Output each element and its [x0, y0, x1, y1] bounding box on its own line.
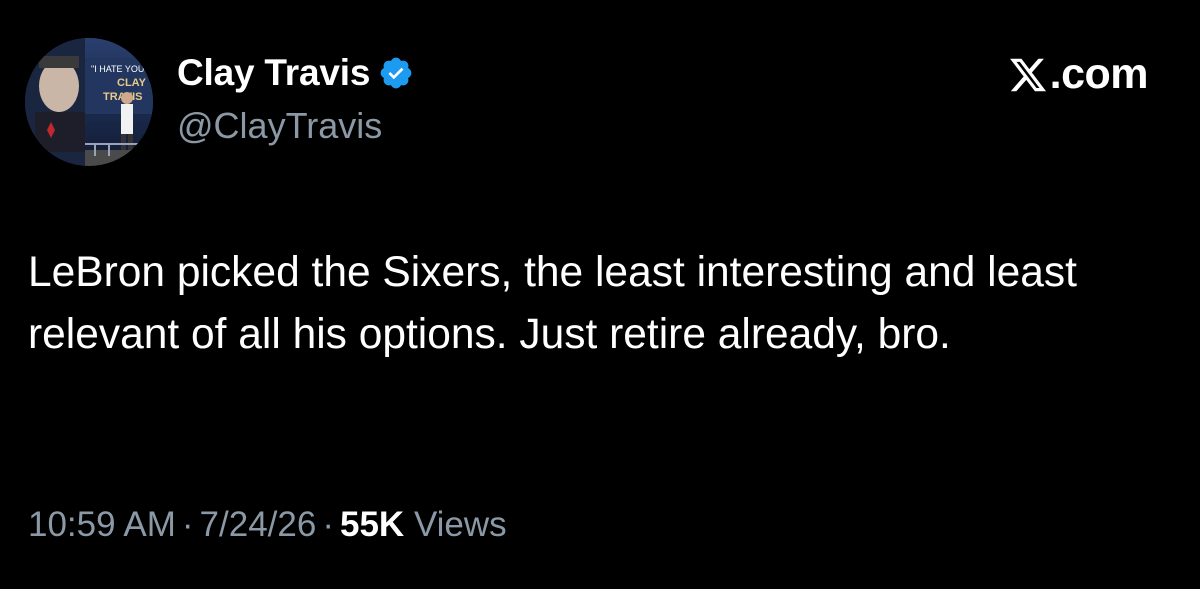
avatar[interactable]: "I HATE YOU CLAY TRAVIS — [25, 38, 153, 166]
avatar-sign-line2: CLAY — [117, 77, 147, 89]
avatar-sign-line1: "I HATE YOU — [91, 64, 144, 74]
tweet-time[interactable]: 10:59 AM — [28, 505, 176, 544]
tweet-text: LeBron picked the Sixers, the least inte… — [28, 249, 1077, 358]
tweet-date[interactable]: 7/24/26 — [200, 505, 317, 544]
tweet-meta: 10:59 AM · 7/24/26 · 55K Views — [28, 505, 507, 545]
views-label: Views — [413, 505, 507, 544]
meta-separator: · — [322, 505, 334, 544]
author-display-name[interactable]: Clay Travis — [177, 52, 370, 94]
author-handle[interactable]: @ClayTravis — [177, 105, 382, 147]
x-logo-icon — [1008, 55, 1048, 95]
brand-label: .com — [1049, 50, 1149, 98]
avatar-image: "I HATE YOU CLAY TRAVIS — [25, 38, 153, 166]
x-com-brand: .com — [1008, 50, 1149, 99]
tweet-card: "I HATE YOU CLAY TRAVIS Clay Travis @Cla… — [0, 0, 1200, 589]
author-name-row: Clay Travis — [177, 50, 414, 96]
verified-badge-icon — [378, 55, 414, 91]
views-count: 55K — [339, 505, 405, 544]
meta-separator: · — [181, 505, 194, 544]
